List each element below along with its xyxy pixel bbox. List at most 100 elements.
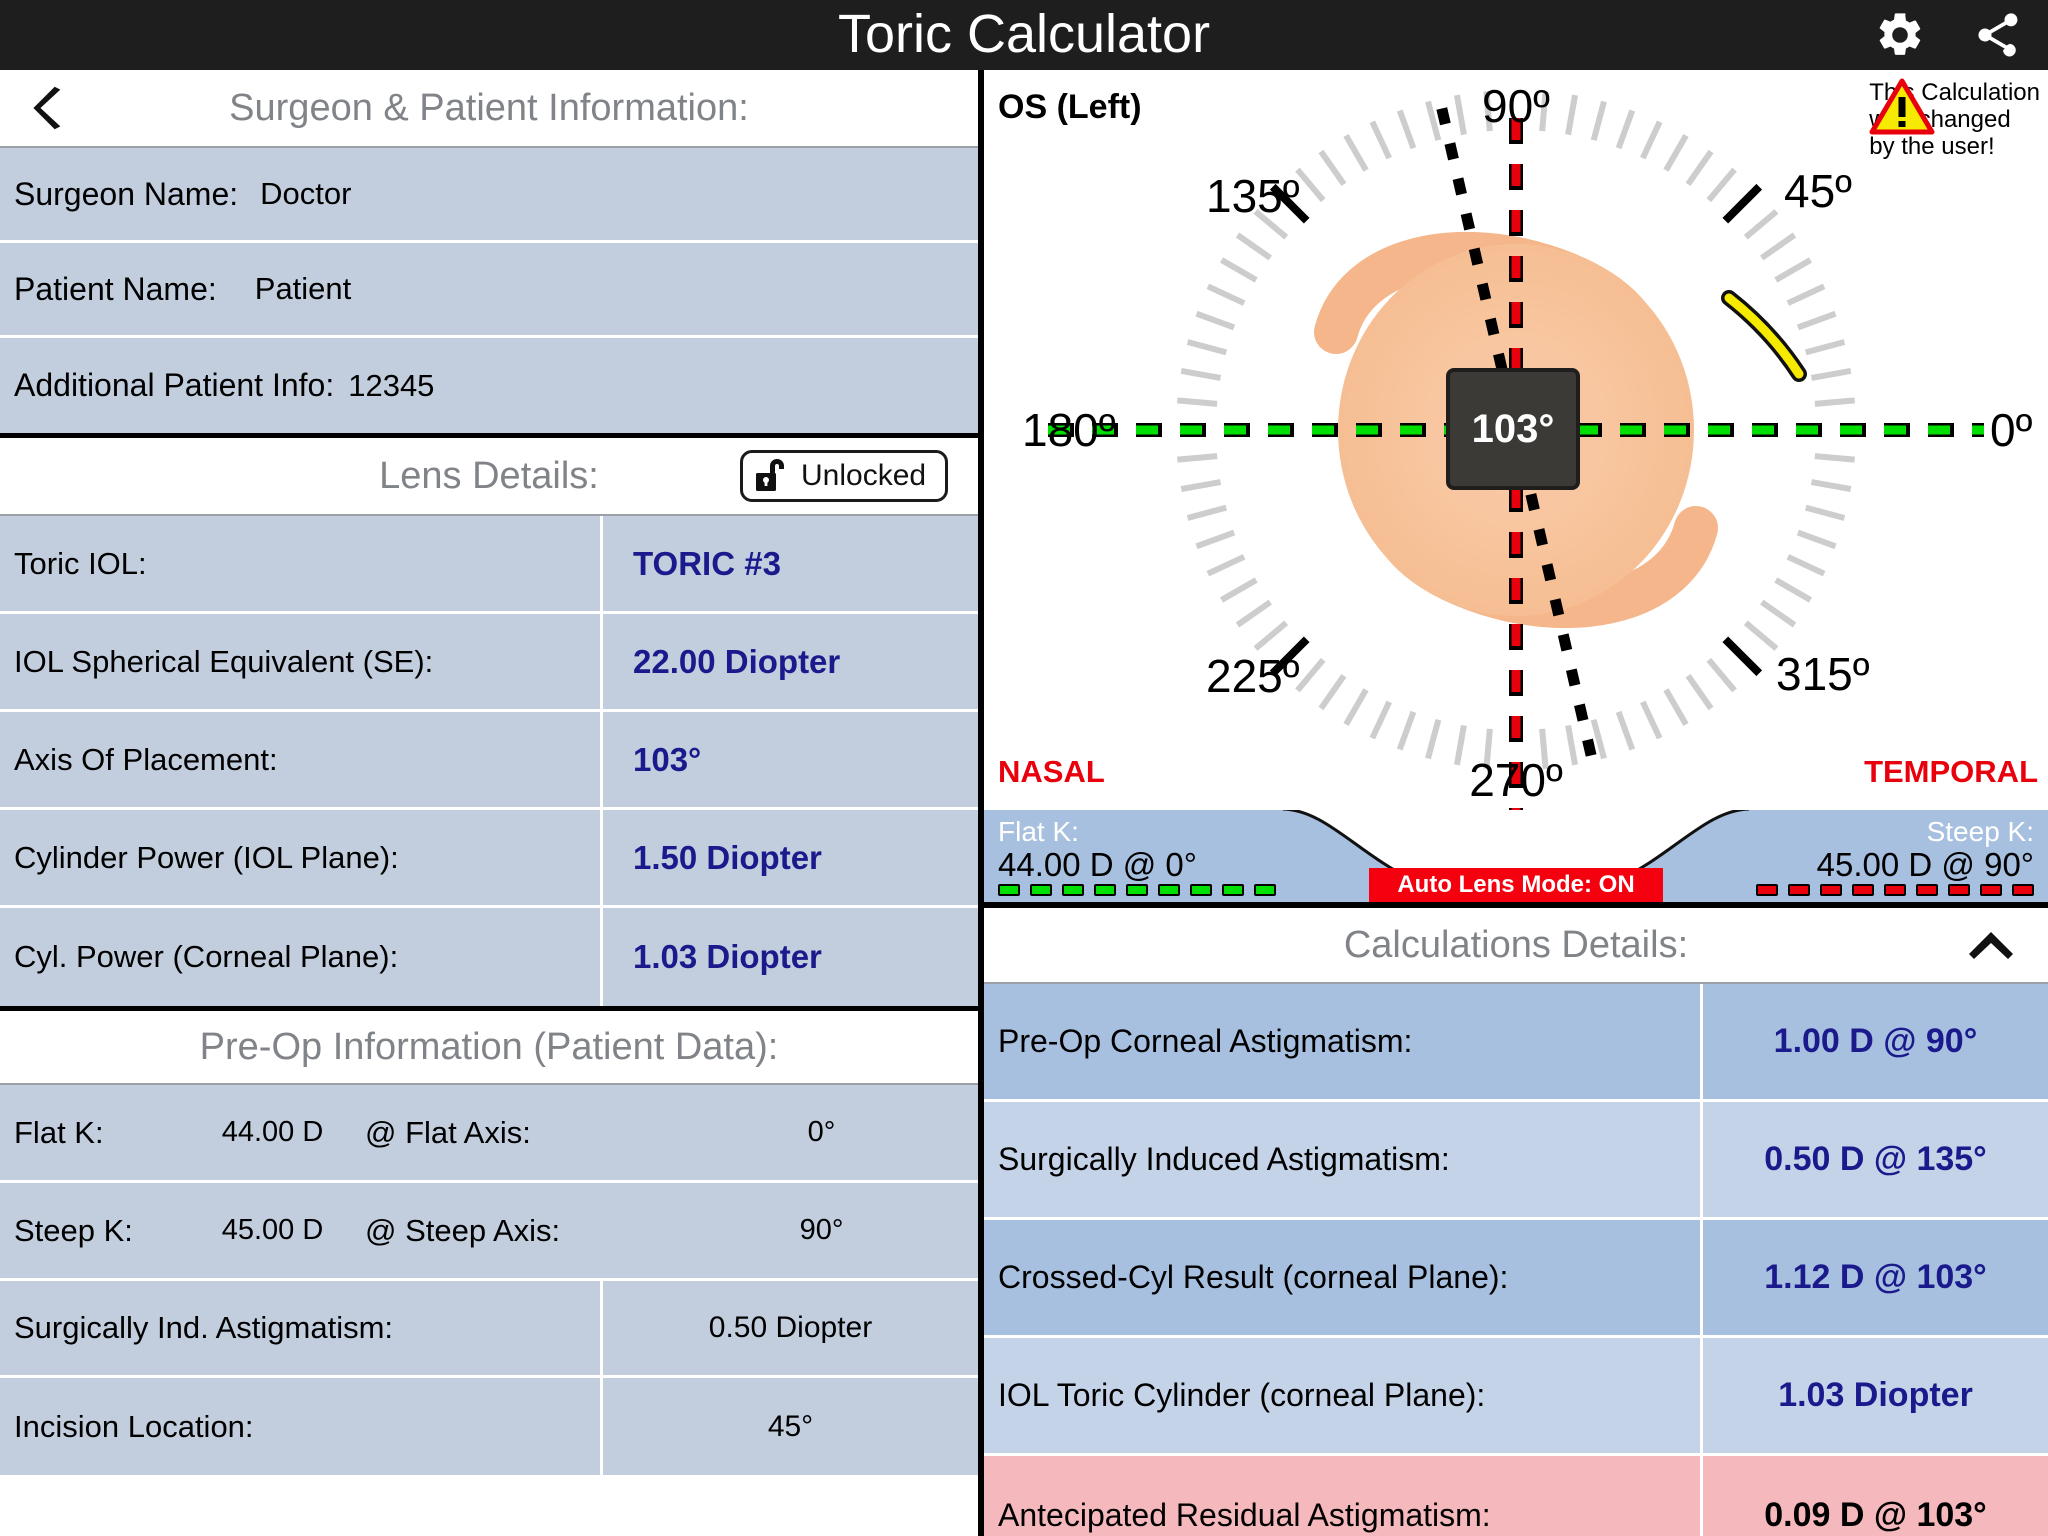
- antecipated-residual-astigmatism-label: Antecipated Residual Astigmatism:: [984, 1456, 1700, 1536]
- svg-text:0º: 0º: [1990, 404, 2033, 456]
- k-values-bar: Flat K: 44.00 D @ 0° Steep K: 45.00 D @ …: [984, 810, 2048, 902]
- surgically-induced-astigmatism-calc-value: 0.50 D @ 135°: [1703, 1102, 2048, 1217]
- cyl-power-corneal-value: 1.03 Diopter: [603, 908, 978, 1006]
- warning-triangle-icon: [1869, 78, 1935, 135]
- surgeon-patient-section-header: Surgeon & Patient Information:: [0, 70, 978, 146]
- surgeon-name-value: Doctor: [260, 176, 352, 211]
- svg-text:135º: 135º: [1206, 170, 1300, 222]
- gear-icon[interactable]: [1874, 9, 1926, 61]
- preop-section-header: Pre-Op Information (Patient Data):: [0, 1011, 978, 1083]
- surgically-induced-astigmatism-value: 0.50 Diopter: [603, 1281, 978, 1375]
- cyl-power-corneal-row[interactable]: Cyl. Power (Corneal Plane): 1.03 Diopter: [0, 908, 978, 1006]
- auto-lens-mode-badge[interactable]: Auto Lens Mode: ON: [1369, 868, 1663, 902]
- surgically-induced-astigmatism-label: Surgically Ind. Astigmatism:: [0, 1281, 600, 1375]
- toric-iol-value: TORIC #3: [603, 516, 978, 611]
- preop-corneal-astigmatism-row[interactable]: Pre-Op Corneal Astigmatism: 1.00 D @ 90°: [984, 984, 2048, 1102]
- preop-section-title: Pre-Op Information (Patient Data):: [199, 1025, 779, 1068]
- additional-patient-info-label: Additional Patient Info:: [14, 367, 335, 403]
- kbar-flat-k-value: 44.00 D @ 0°: [998, 846, 1197, 883]
- calculations-section-title: Calculations Details:: [1343, 923, 1689, 966]
- eye-axis-diagram[interactable]: 90º 270º 180º 0º 135º 45º 225º 315º 103°…: [984, 70, 2048, 810]
- surgeon-name-label: Surgeon Name:: [14, 175, 239, 212]
- top-bar-actions: [1874, 0, 2024, 70]
- calculation-changed-warning: This Calculation was changed by the user…: [1869, 78, 2040, 161]
- axis-of-placement-row[interactable]: Axis Of Placement: 103°: [0, 712, 978, 810]
- axis-of-placement-value: 103°: [603, 712, 978, 807]
- toric-calculator-app: Toric Calculator Surgeon & Patient Infor…: [0, 0, 2048, 1536]
- calculations-section-header: Calculations Details:: [984, 908, 2048, 982]
- crossed-cyl-result-value: 1.12 D @ 103°: [1703, 1220, 2048, 1335]
- left-panel: Surgeon & Patient Information: Surgeon N…: [0, 70, 978, 1536]
- flat-k-label: Flat K:: [14, 1114, 104, 1150]
- app-top-bar: Toric Calculator: [0, 0, 2048, 70]
- crossed-cyl-result-label: Crossed-Cyl Result (corneal Plane):: [984, 1220, 1700, 1335]
- steep-axis-legend-dash: [1756, 884, 2034, 896]
- eye-side-label: OS (Left): [998, 88, 1142, 126]
- kbar-steep-k-value: 45.00 D @ 90°: [1816, 846, 2034, 883]
- svg-text:45º: 45º: [1784, 165, 1852, 217]
- patient-name-label: Patient Name:: [14, 270, 217, 307]
- steep-axis-label: @ Steep Axis:: [365, 1212, 561, 1248]
- surgically-induced-astigmatism-calc-row[interactable]: Surgically Induced Astigmatism: 0.50 D @…: [984, 1102, 2048, 1220]
- steep-axis-value: 90°: [799, 1214, 844, 1246]
- lock-toggle-button[interactable]: Unlocked: [740, 450, 948, 502]
- iol-se-value: 22.00 Diopter: [603, 614, 978, 709]
- unlocked-padlock-icon: [756, 459, 784, 491]
- svg-text:270º: 270º: [1469, 754, 1563, 806]
- svg-text:90º: 90º: [1482, 80, 1550, 132]
- patient-name-value: Patient: [254, 271, 352, 306]
- cylinder-power-iol-value: 1.50 Diopter: [603, 810, 978, 905]
- axis-of-placement-label: Axis Of Placement:: [0, 712, 600, 807]
- patient-name-row[interactable]: Patient Name: Patient: [0, 243, 978, 338]
- crossed-cyl-result-row[interactable]: Crossed-Cyl Result (corneal Plane): 1.12…: [984, 1220, 2048, 1338]
- svg-text:225º: 225º: [1206, 650, 1300, 702]
- chevron-up-icon[interactable]: [1968, 930, 2014, 960]
- flat-axis-label: @ Flat Axis:: [365, 1114, 531, 1150]
- surgically-induced-astigmatism-row[interactable]: Surgically Ind. Astigmatism: 0.50 Diopte…: [0, 1281, 978, 1378]
- incision-location-value: 45°: [603, 1378, 978, 1475]
- lock-toggle-label: Unlocked: [801, 459, 927, 492]
- cyl-power-corneal-label: Cyl. Power (Corneal Plane):: [0, 908, 600, 1006]
- iol-toric-cylinder-value: 1.03 Diopter: [1703, 1338, 2048, 1453]
- surgeon-patient-section-title: Surgeon & Patient Information:: [229, 86, 749, 129]
- additional-patient-info-value: 12345: [348, 367, 435, 403]
- iol-toric-cylinder-row[interactable]: IOL Toric Cylinder (corneal Plane): 1.03…: [984, 1338, 2048, 1456]
- antecipated-residual-astigmatism-value: 0.09 D @ 103°: [1703, 1456, 2048, 1536]
- back-chevron-icon[interactable]: [32, 86, 66, 130]
- svg-text:315º: 315º: [1776, 648, 1870, 700]
- steep-k-row[interactable]: Steep K: 45.00 D @ Steep Axis: 90°: [0, 1183, 978, 1281]
- steep-k-value: 45.00 D: [221, 1214, 324, 1246]
- right-panel: 90º 270º 180º 0º 135º 45º 225º 315º 103°…: [984, 70, 2048, 1536]
- kbar-steep-k-label: Steep K:: [1926, 816, 2034, 847]
- app-title: Toric Calculator: [837, 4, 1211, 64]
- lens-details-section-title: Lens Details:: [379, 454, 599, 497]
- toric-iol-label: Toric IOL:: [0, 516, 600, 611]
- flat-k-value: 44.00 D: [221, 1116, 324, 1148]
- iol-toric-cylinder-label: IOL Toric Cylinder (corneal Plane):: [984, 1338, 1700, 1453]
- share-icon[interactable]: [1972, 9, 2024, 61]
- iol-se-label: IOL Spherical Equivalent (SE):: [0, 614, 600, 709]
- lens-details-section-header: Lens Details: Unlocked: [0, 438, 978, 514]
- kbar-flat-k-label: Flat K:: [998, 816, 1079, 847]
- incision-location-label: Incision Location:: [0, 1378, 600, 1475]
- flat-axis-legend-dash: [998, 884, 1276, 896]
- antecipated-residual-astigmatism-row[interactable]: Antecipated Residual Astigmatism: 0.09 D…: [984, 1456, 2048, 1536]
- axis-placement-badge[interactable]: 103°: [1448, 370, 1578, 488]
- nasal-label: NASAL: [998, 754, 1105, 789]
- flat-axis-value: 0°: [807, 1116, 836, 1148]
- cylinder-power-iol-row[interactable]: Cylinder Power (IOL Plane): 1.50 Diopter: [0, 810, 978, 908]
- additional-patient-info-row[interactable]: Additional Patient Info: 12345: [0, 338, 978, 433]
- toric-iol-row[interactable]: Toric IOL: TORIC #3: [0, 516, 978, 614]
- surgeon-name-row[interactable]: Surgeon Name: Doctor: [0, 148, 978, 243]
- flat-k-row[interactable]: Flat K: 44.00 D @ Flat Axis: 0°: [0, 1085, 978, 1183]
- incision-location-row[interactable]: Incision Location: 45°: [0, 1378, 978, 1475]
- temporal-label: TEMPORAL: [1864, 754, 2038, 789]
- preop-corneal-astigmatism-value: 1.00 D @ 90°: [1703, 984, 2048, 1099]
- svg-text:180º: 180º: [1022, 404, 1116, 456]
- warning-line-3: by the user!: [1869, 132, 1995, 160]
- cylinder-power-iol-label: Cylinder Power (IOL Plane):: [0, 810, 600, 905]
- surgically-induced-astigmatism-calc-label: Surgically Induced Astigmatism:: [984, 1102, 1700, 1217]
- steep-k-label: Steep K:: [14, 1212, 133, 1248]
- preop-corneal-astigmatism-label: Pre-Op Corneal Astigmatism:: [984, 984, 1700, 1099]
- iol-se-row[interactable]: IOL Spherical Equivalent (SE): 22.00 Dio…: [0, 614, 978, 712]
